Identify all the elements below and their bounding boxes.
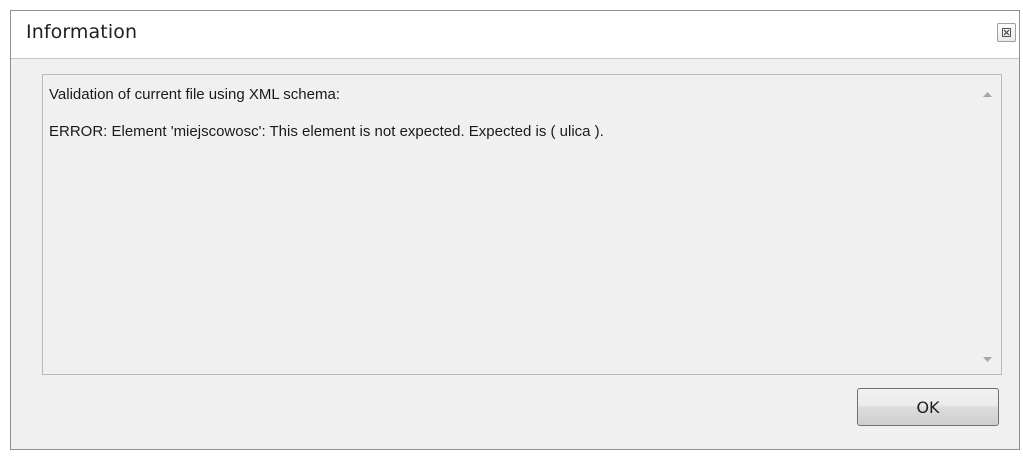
dialog-title: Information xyxy=(26,21,138,43)
message-line-error: ERROR: Element 'miejscowosc': This eleme… xyxy=(49,123,604,140)
close-icon xyxy=(1002,28,1011,37)
scroll-down-button[interactable] xyxy=(973,348,1001,370)
message-textbox[interactable]: Validation of current file using XML sch… xyxy=(42,74,1002,375)
dialog-titlebar[interactable]: Information xyxy=(11,11,1019,59)
scroll-down-arrow-icon xyxy=(982,356,992,362)
information-dialog: Information Validation of current file u… xyxy=(10,10,1020,450)
close-button[interactable] xyxy=(997,23,1016,42)
ok-button[interactable]: OK xyxy=(857,388,999,426)
scroll-up-arrow-icon xyxy=(982,91,992,97)
scroll-track[interactable] xyxy=(973,107,1001,346)
message-content: Validation of current file using XML sch… xyxy=(49,85,967,159)
message-line-validation: Validation of current file using XML sch… xyxy=(49,86,340,103)
scroll-up-button[interactable] xyxy=(973,83,1001,105)
vertical-scrollbar[interactable] xyxy=(973,75,1001,374)
